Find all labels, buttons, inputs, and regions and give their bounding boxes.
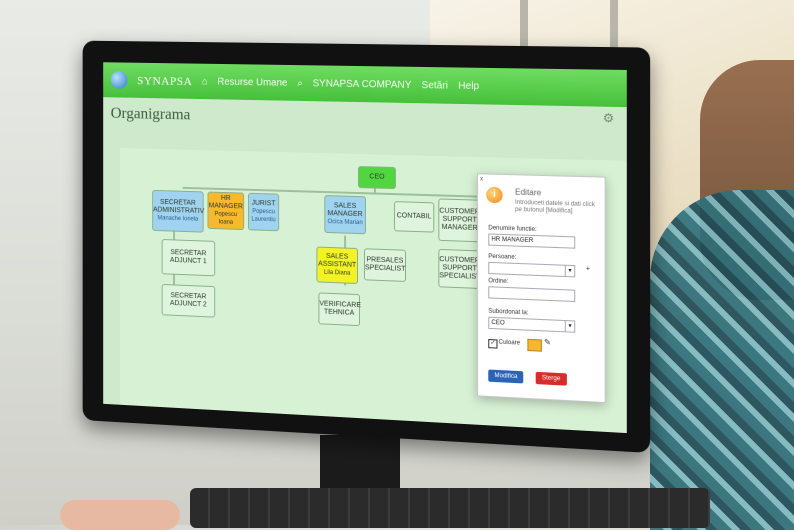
search-icon[interactable]: ⌕ bbox=[297, 78, 303, 89]
culoare-label: Culoare bbox=[499, 340, 521, 347]
org-node-customer-support-specialist[interactable]: CUSTOMER SUPPORT SPECIALIST bbox=[438, 249, 481, 289]
color-swatch[interactable] bbox=[527, 339, 542, 352]
add-person-icon[interactable]: + bbox=[586, 265, 590, 272]
node-person: Popescu Ioana bbox=[208, 210, 243, 227]
monitor-stand bbox=[320, 435, 400, 495]
node-label: CUSTOMER SUPPORT MANAGER bbox=[439, 208, 480, 234]
nav-resurse-umane[interactable]: Resurse Umane bbox=[217, 76, 287, 88]
org-node-secretar-administrativ[interactable]: SECRETAR ADMINISTRATIV Manache Ionela bbox=[152, 190, 203, 233]
top-nav-bar: SYNAPSA ⌂ Resurse Umane ⌕ SYNAPSA COMPAN… bbox=[103, 62, 627, 107]
monitor: SYNAPSA ⌂ Resurse Umane ⌕ SYNAPSA COMPAN… bbox=[83, 41, 650, 453]
node-label: VERIFICARE TEHNICA bbox=[319, 300, 359, 318]
node-label: CONTABIL bbox=[395, 212, 433, 221]
node-label: CEO bbox=[359, 173, 395, 182]
org-node-presales-specialist[interactable]: PRESALES SPECIALIST bbox=[364, 248, 406, 282]
org-node-verificare-tehnica[interactable]: VERIFICARE TEHNICA bbox=[318, 292, 360, 326]
node-label: SECRETAR ADJUNCT 1 bbox=[163, 249, 215, 267]
synapsa-logo bbox=[111, 71, 128, 89]
screen: SYNAPSA ⌂ Resurse Umane ⌕ SYNAPSA COMPAN… bbox=[103, 62, 627, 433]
org-node-secretar-adjunct-2[interactable]: SECRETAR ADJUNCT 2 bbox=[162, 284, 216, 318]
org-node-secretar-adjunct-1[interactable]: SECRETAR ADJUNCT 1 bbox=[162, 239, 216, 276]
subordonat-select[interactable]: CEO ▾ bbox=[488, 317, 575, 333]
menu-help[interactable]: Help bbox=[458, 80, 479, 91]
ordine-label: Ordine: bbox=[488, 278, 508, 285]
org-node-customer-support-manager[interactable]: CUSTOMER SUPPORT MANAGER bbox=[438, 198, 481, 242]
node-person: Manache Ionela bbox=[153, 214, 203, 223]
close-icon[interactable]: x bbox=[480, 176, 483, 182]
sterge-button[interactable]: Sterge bbox=[536, 372, 567, 386]
hand bbox=[60, 500, 180, 530]
brand-name: SYNAPSA bbox=[137, 73, 192, 89]
org-node-jurist[interactable]: JURIST Popescu Laurentiu bbox=[248, 193, 279, 232]
color-picker-icon[interactable]: ✎ bbox=[544, 338, 551, 348]
persoane-select[interactable]: ▾ bbox=[488, 262, 575, 278]
node-label: SALES ASSISTANT bbox=[317, 253, 357, 270]
node-person: Ocica Marian bbox=[325, 218, 365, 227]
gear-icon[interactable]: ⚙ bbox=[603, 111, 614, 126]
org-node-contabil[interactable]: CONTABIL bbox=[394, 201, 434, 232]
page-title: Organigrama bbox=[111, 105, 191, 124]
node-person: Popescu Laurentiu bbox=[249, 208, 278, 225]
persoane-label: Persoane: bbox=[488, 254, 516, 261]
chevron-down-icon[interactable]: ▾ bbox=[565, 266, 574, 277]
person-shoulder bbox=[650, 190, 794, 530]
denumire-label: Denumire functie: bbox=[488, 225, 536, 233]
node-person: Lila Diana bbox=[317, 268, 357, 278]
subordonat-label: Subordonat la: bbox=[488, 309, 528, 317]
company-name[interactable]: SYNAPSA COMPANY bbox=[313, 78, 412, 91]
edit-dialog: x i Editare Introduceti datele si dati c… bbox=[477, 173, 606, 403]
org-node-ceo[interactable]: CEO bbox=[358, 166, 396, 189]
chevron-down-icon[interactable]: ▾ bbox=[565, 321, 574, 332]
node-label: PRESALES SPECIALIST bbox=[365, 256, 405, 274]
ordine-input[interactable] bbox=[488, 286, 575, 302]
subordonat-value: CEO bbox=[491, 320, 504, 327]
node-label: SALES MANAGER bbox=[325, 202, 365, 219]
menu-setari[interactable]: Setări bbox=[422, 80, 448, 92]
modifica-button[interactable]: Modifica bbox=[488, 369, 523, 383]
denumire-input[interactable]: HR MANAGER bbox=[488, 233, 575, 248]
org-node-sales-manager[interactable]: SALES MANAGER Ocica Marian bbox=[324, 195, 366, 234]
org-node-sales-assistant[interactable]: SALES ASSISTANT Lila Diana bbox=[316, 247, 358, 285]
keyboard bbox=[190, 488, 710, 528]
home-icon[interactable]: ⌂ bbox=[202, 76, 208, 87]
culoare-checkbox[interactable]: ✓ bbox=[488, 339, 497, 349]
info-icon: i bbox=[486, 187, 502, 204]
dialog-description: Introduceti datele si dati click pe buto… bbox=[515, 200, 596, 217]
node-label: CUSTOMER SUPPORT SPECIALIST bbox=[439, 256, 480, 282]
node-label: HR MANAGER bbox=[208, 194, 243, 211]
org-node-hr-manager[interactable]: HR MANAGER Popescu Ioana bbox=[207, 192, 244, 231]
node-label: SECRETAR ADMINISTRATIV bbox=[153, 199, 203, 216]
dialog-title: Editare bbox=[515, 187, 541, 197]
node-label: SECRETAR ADJUNCT 2 bbox=[163, 292, 215, 310]
